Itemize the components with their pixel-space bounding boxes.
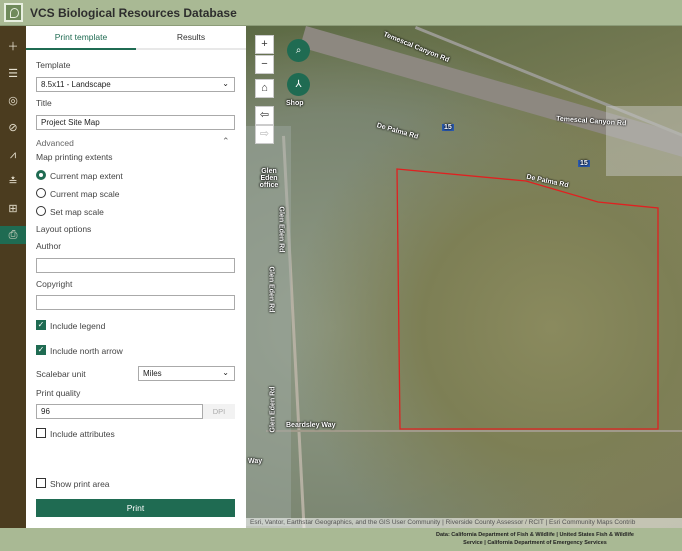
chevron-down-icon: ⌄	[222, 79, 229, 88]
show-print-area-label: Show print area	[50, 479, 110, 489]
print-icon[interactable]: ⎙	[0, 226, 26, 244]
radio-current-scale[interactable]	[36, 188, 46, 198]
print-button[interactable]: Print	[36, 499, 235, 517]
basemap-icon[interactable]: ◎	[0, 92, 26, 110]
scalebar-label: Scalebar unit	[36, 369, 86, 379]
copyright-input[interactable]	[36, 295, 235, 310]
include-north-arrow-checkbox[interactable]: ✓	[36, 345, 46, 355]
map-label: Glen Eden Rd	[267, 266, 275, 313]
map-label: Beardsley Way	[286, 422, 336, 429]
share-icon[interactable]: ⅄	[287, 73, 310, 96]
title-label: Title	[36, 98, 52, 108]
print-quality-input[interactable]: 96	[36, 404, 203, 419]
radio-label: Current map extent	[50, 171, 123, 181]
include-attributes-label: Include attributes	[50, 429, 115, 439]
app-title: VCS Biological Resources Database	[30, 6, 237, 20]
map-label: Way	[248, 458, 263, 465]
app-header: VCS Biological Resources Database	[0, 0, 682, 26]
interstate-shield-icon: 15	[442, 124, 454, 131]
include-legend-checkbox[interactable]: ✓	[36, 320, 46, 330]
interstate-shield-icon: 15	[578, 160, 590, 167]
print-panel: Print template Results Template 8.5x11 -…	[26, 26, 246, 528]
template-label: Template	[36, 60, 71, 70]
title-input[interactable]: Project Site Map	[36, 115, 235, 130]
extents-label: Map printing extents	[36, 152, 113, 162]
layer-list-icon[interactable]: ☰	[0, 65, 26, 83]
layout-options-label: Layout options	[36, 224, 92, 234]
advanced-toggle[interactable]: Advanced	[36, 138, 74, 148]
map-label: Glen Eden Rd	[269, 386, 277, 433]
chevron-down-icon: ⌄	[222, 368, 229, 377]
chart-icon[interactable]: ⩘	[0, 146, 26, 164]
map-label: Glen Eden office	[259, 168, 279, 189]
search-icon[interactable]: ⌕	[287, 39, 310, 62]
zoom-in-button[interactable]: +	[255, 35, 274, 54]
zoom-out-button[interactable]: −	[255, 55, 274, 74]
radio-label: Current map scale	[50, 189, 120, 199]
add-icon[interactable]: ＋	[0, 38, 26, 56]
radio-label: Set map scale	[50, 207, 104, 217]
grid-icon[interactable]: ⊞	[0, 200, 26, 218]
tab-print-template[interactable]: Print template	[26, 26, 136, 50]
footer-line: Data: California Department of Fish & Wi…	[436, 532, 634, 538]
print-quality-label: Print quality	[36, 388, 81, 398]
footer: Data: California Department of Fish & Wi…	[0, 528, 682, 551]
include-attributes-checkbox[interactable]	[36, 428, 46, 438]
map-label: Shop	[286, 100, 304, 107]
dpi-suffix: DPI	[203, 404, 235, 419]
map-attribution: Esri, Vantor, Earthstar Geographics, and…	[246, 518, 682, 528]
next-extent-button[interactable]: ⇨	[255, 125, 274, 144]
tab-results[interactable]: Results	[136, 26, 246, 50]
sidebar: ＋ ☰ ◎ ⊘ ⩘ ≛ ⊞ ⎙	[0, 26, 26, 528]
author-input[interactable]	[36, 258, 235, 273]
author-label: Author	[36, 241, 62, 251]
copyright-label: Copyright	[36, 279, 73, 289]
radio-set-scale[interactable]	[36, 206, 46, 216]
measure-icon[interactable]: ≛	[0, 173, 26, 191]
previous-extent-button[interactable]: ⇦	[255, 106, 274, 125]
site-boundary	[396, 168, 659, 430]
home-button[interactable]: ⌂	[255, 79, 274, 98]
radio-current-extent[interactable]	[36, 170, 46, 180]
map-label: Glen Eden Rd	[277, 206, 285, 253]
map-view[interactable]: Temescal Canyon Rd Temescal Canyon Rd De…	[246, 26, 682, 528]
show-print-area-checkbox[interactable]	[36, 478, 46, 488]
scalebar-value: Miles	[143, 369, 162, 378]
app-logo-icon	[4, 3, 23, 22]
include-north-arrow-label: Include north arrow	[50, 346, 123, 356]
analysis-icon[interactable]: ⊘	[0, 119, 26, 137]
scalebar-select[interactable]: Miles ⌄	[138, 366, 235, 381]
include-legend-label: Include legend	[50, 321, 106, 331]
chevron-up-icon[interactable]: ⌃	[222, 136, 230, 147]
template-select[interactable]: 8.5x11 - Landscape ⌄	[36, 77, 235, 92]
footer-line: Service | California Department of Emerg…	[463, 540, 607, 546]
template-value: 8.5x11 - Landscape	[41, 80, 111, 89]
